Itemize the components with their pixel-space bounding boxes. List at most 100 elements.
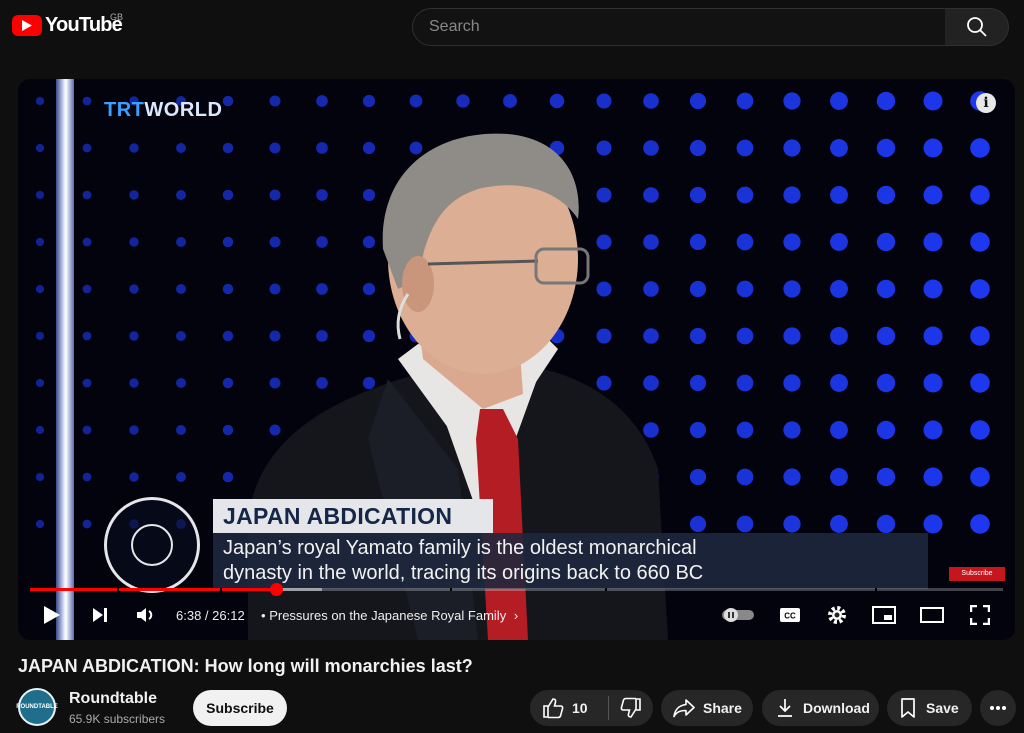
miniplayer-button[interactable] [868,599,900,631]
share-button[interactable]: Share [661,690,753,726]
volume-icon [137,608,153,622]
background-dot [82,472,92,482]
background-dot [176,331,186,341]
background-dot [82,378,92,388]
background-dot [176,472,186,482]
share-label: Share [703,700,742,716]
background-dot [82,143,92,153]
background-dot [970,232,990,252]
background-dot [549,93,565,109]
background-dot [783,139,801,157]
thumbs-up-icon [543,698,564,719]
autoplay-toggle[interactable] [718,599,758,631]
background-dot [923,373,943,393]
background-dot [783,233,801,251]
background-dot [923,326,943,346]
background-dot [176,378,186,388]
progress-bar[interactable] [30,583,1003,596]
channel-avatar[interactable]: ROUNDTABLE [16,688,58,726]
background-dot [35,284,45,294]
background-dot [82,190,92,200]
play-button[interactable] [36,599,68,631]
background-dot [35,143,45,153]
background-dot [970,185,990,205]
background-dot [970,373,990,393]
background-dot [970,326,990,346]
background-dot [362,94,376,108]
background-dot [970,279,990,299]
fullscreen-button[interactable] [964,599,996,631]
lower-third-emblem [104,497,200,593]
background-dot [269,95,281,107]
progress-played [30,588,277,591]
background-dot [970,138,990,158]
like-count: 10 [572,700,588,716]
background-dot [82,237,92,247]
background-dot [876,420,896,440]
subscribe-watermark[interactable]: Subscribe [949,567,1005,581]
background-dot [970,420,990,440]
background-dot [596,93,612,109]
next-button[interactable] [84,599,116,631]
background-dot [830,374,848,392]
background-dot [82,425,92,435]
like-button[interactable]: 10 [542,697,608,719]
chevron-right-icon: › [513,608,519,623]
youtube-logo[interactable]: YouTube GB [12,12,124,37]
background-dot [783,280,801,298]
background-dot [129,425,139,435]
background-dot [923,138,943,158]
background-dot [923,279,943,299]
save-button[interactable]: Save [887,690,972,726]
background-dot [35,331,45,341]
theater-mode-button[interactable] [916,599,948,631]
background-dot [830,139,848,157]
background-dot [876,514,896,534]
dislike-button[interactable] [609,697,653,719]
background-dot [783,374,801,392]
background-dot [35,519,45,529]
share-icon [673,699,695,718]
like-dislike-group: 10 [530,690,653,726]
background-dot [783,327,801,345]
background-dot [830,515,848,533]
fullscreen-icon [970,605,990,625]
chapter-title[interactable]: • Pressures on the Japanese Royal Family… [261,608,518,623]
youtube-play-icon [12,15,42,36]
subscribe-button[interactable]: Subscribe [193,690,287,726]
thumbs-down-icon [620,697,641,718]
search-input[interactable] [413,9,945,45]
background-dot [176,143,186,153]
background-dot [35,96,45,106]
background-dot [643,93,659,109]
background-dot [82,96,92,106]
channel-name[interactable]: Roundtable [69,690,157,708]
mute-button[interactable] [130,599,162,631]
background-dot [222,95,234,107]
background-dot [129,143,139,153]
play-icon [44,606,60,624]
background-dot [876,91,896,111]
video-player[interactable]: TRTWORLD i JAPAN ABDICATION Japan’s roya… [18,79,1015,640]
background-dot [876,232,896,252]
caption-line-2: dynasty in the world, tracing its origin… [223,562,704,584]
skip-next-icon [93,608,107,622]
settings-button[interactable] [821,599,853,631]
more-actions-button[interactable] [980,690,1016,726]
search-box[interactable] [412,8,946,46]
background-dot [736,233,754,251]
background-dot [923,185,943,205]
captions-button[interactable]: CC [774,599,806,631]
download-button[interactable]: Download [762,690,879,726]
background-dot [176,425,186,435]
background-dot [736,92,754,110]
background-dot [736,139,754,157]
info-icon[interactable]: i [976,93,996,113]
background-dot [82,519,92,529]
search-button[interactable] [945,8,1009,46]
download-icon [778,699,792,717]
background-dot [129,237,139,247]
background-dot [923,467,943,487]
chapter-marker [450,588,452,591]
country-code: GB [110,12,124,22]
